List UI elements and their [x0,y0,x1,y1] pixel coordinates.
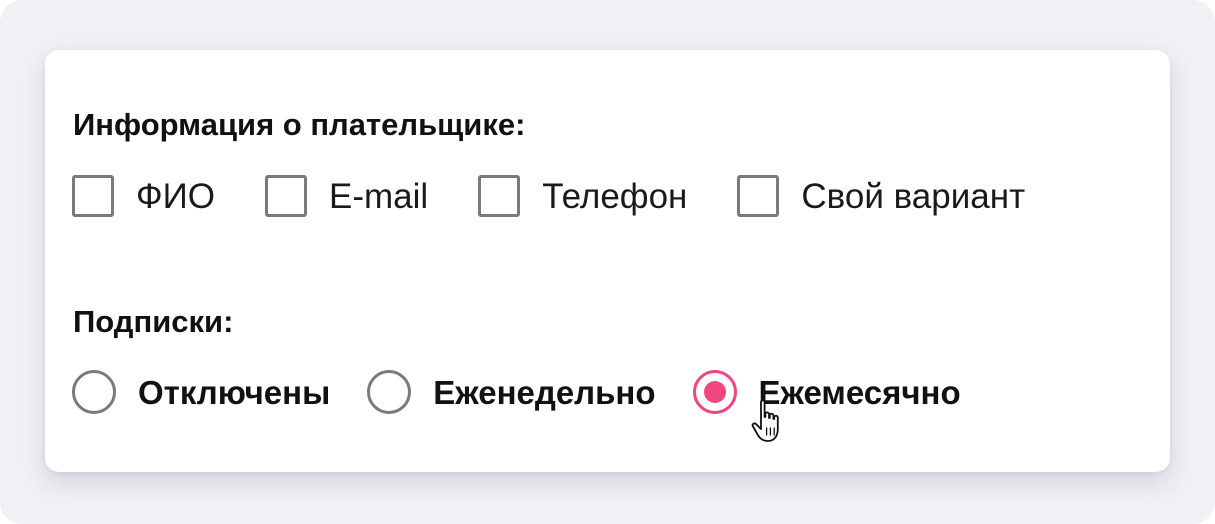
radio-option-monthly[interactable]: Ежемесячно [692,370,961,414]
checkbox-option-phone[interactable]: Телефон [478,175,687,217]
payer-info-title: Информация о плательщике: [73,107,526,142]
phone-checkbox[interactable] [478,175,521,217]
radio-option-disabled[interactable]: Отключены [72,370,330,414]
fio-label: ФИО [136,176,215,216]
monthly-radio[interactable] [692,370,737,414]
phone-label: Телефон [542,176,688,216]
checkbox-option-email[interactable]: E-mail [265,175,428,217]
subscription-options-group: Отключены Еженедельно Ежемесячно [72,368,998,416]
weekly-label: Еженедельно [433,373,656,411]
page-background: Информация о плательщике: ФИО E-mail Тел… [0,0,1215,524]
radio-option-weekly[interactable]: Еженедельно [367,370,656,414]
email-label: E-mail [329,176,429,216]
checkbox-option-fio[interactable]: ФИО [72,175,215,217]
email-checkbox[interactable] [265,175,307,217]
fio-checkbox[interactable] [72,175,114,217]
disabled-label: Отключены [138,373,331,411]
custom-checkbox[interactable] [737,175,780,217]
monthly-label: Ежемесячно [758,373,961,411]
payer-options-group: ФИО E-mail Телефон Свой вариант [72,172,1075,220]
custom-label: Свой вариант [801,176,1026,216]
disabled-radio[interactable] [72,370,116,414]
form-card: Информация о плательщике: ФИО E-mail Тел… [45,50,1170,472]
weekly-radio[interactable] [367,370,412,414]
checkbox-option-custom[interactable]: Свой вариант [737,175,1025,217]
subscriptions-title: Подписки: [73,304,234,339]
